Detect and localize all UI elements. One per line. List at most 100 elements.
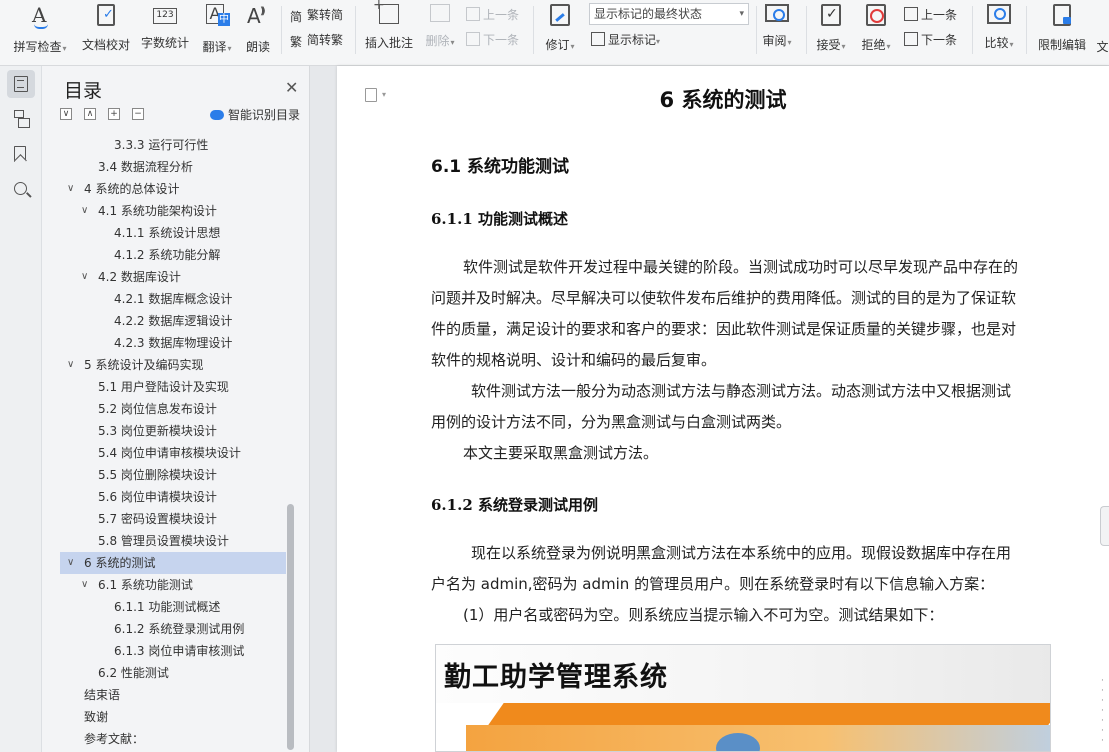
toc-item[interactable]: 5.2 岗位信息发布设计 (60, 398, 286, 420)
doc-proof-button[interactable]: 文档校对 (80, 4, 132, 56)
find-button[interactable] (7, 176, 35, 204)
read-aloud-button[interactable]: 朗读 (243, 4, 273, 56)
toc-item[interactable]: 4.2.3 数据库物理设计 (60, 332, 286, 354)
chevron-down-icon[interactable]: ∨ (67, 552, 74, 574)
revise-button[interactable]: 修订▾ (540, 4, 580, 56)
simp-to-trad-button[interactable]: 繁简转繁 (290, 30, 343, 50)
toc-item[interactable]: 5.8 管理员设置模块设计 (60, 530, 286, 552)
toc-item-label: 5.3 岗位更新模块设计 (98, 424, 217, 438)
subsection-title-2: 6.1.2 系统登录测试用例 (431, 496, 598, 514)
toc-item[interactable]: 3.3.3 运行可行性 (60, 134, 286, 156)
lock-icon (1053, 4, 1071, 26)
toc-item-label: 4.2 数据库设计 (98, 270, 181, 284)
toc-scrollbar[interactable] (286, 134, 294, 750)
next-comment-button[interactable]: 下一条 (466, 30, 519, 50)
toc-item-label: 4.1.1 系统设计思想 (114, 226, 221, 240)
toc-item[interactable]: 4.1.1 系统设计思想 (60, 222, 286, 244)
toc-item[interactable]: 5.1 用户登陆设计及实现 (60, 376, 286, 398)
bookmark-button[interactable] (7, 140, 35, 168)
accept-button[interactable]: 接受▾ (814, 4, 848, 56)
more-ribbon-button[interactable]: 文 (1096, 4, 1109, 56)
toc-item-label: 5.4 岗位申请审核模块设计 (98, 446, 241, 460)
prev-change-icon (904, 7, 918, 21)
remove-heading-icon[interactable]: − (132, 108, 144, 120)
toc-item[interactable]: ∨ 4.1 系统功能架构设计 (60, 200, 286, 222)
side-panel-toggle[interactable] (1100, 506, 1109, 546)
toc-item-label: 5.5 岗位删除模块设计 (98, 468, 217, 482)
navigation-tree-button[interactable] (7, 104, 35, 132)
chevron-down-icon[interactable]: ∨ (81, 266, 88, 288)
prev-comment-button[interactable]: 上一条 (466, 5, 519, 25)
toc-list: 3.3.3 运行可行性 3.4 数据流程分析 ∨ 4 系统的总体设计 ∨ 4.1 系统功能… (60, 134, 286, 752)
prev-icon (466, 7, 480, 21)
toc-item[interactable]: ∨ 6.1 系统功能测试 (60, 574, 286, 596)
chevron-down-icon[interactable]: ∨ (67, 178, 74, 200)
toc-item[interactable]: ∨ 4 系统的总体设计 (60, 178, 286, 200)
toc-item[interactable]: 5.6 岗位申请模块设计 (60, 486, 286, 508)
toc-item[interactable]: 4.2.1 数据库概念设计 (60, 288, 286, 310)
close-icon[interactable]: ✕ (285, 78, 298, 97)
compare-button[interactable]: 比较▾ (980, 4, 1018, 56)
spell-check-icon (29, 3, 51, 29)
reject-button[interactable]: 拒绝▾ (859, 4, 893, 56)
toc-item[interactable]: 6.1.3 岗位申请审核测试 (60, 640, 286, 662)
show-markup-button[interactable]: 显示标记▾ (591, 30, 660, 50)
toc-item-label: 6.1 系统功能测试 (98, 578, 193, 592)
toc-item-label: 3.4 数据流程分析 (98, 160, 193, 174)
toc-item[interactable]: ∨ 4.2 数据库设计 (60, 266, 286, 288)
more-options-icon[interactable]: · · · · · · · (1101, 676, 1109, 746)
more-icon (1096, 4, 1109, 28)
trad-to-simp-button[interactable]: 简繁转简 (290, 5, 343, 25)
toc-item-label: 6.1.1 功能测试概述 (114, 600, 221, 614)
toc-scroll-thumb[interactable] (287, 504, 294, 750)
expand-up-icon[interactable]: ∧ (84, 108, 96, 120)
delete-comment-button[interactable]: 删除▾ (422, 4, 458, 56)
toc-item[interactable]: 4.2.2 数据库逻辑设计 (60, 310, 286, 332)
translate-icon (206, 4, 230, 28)
toc-item-label: 5.6 岗位申请模块设计 (98, 490, 217, 504)
toc-item[interactable]: 致谢 (60, 706, 286, 728)
toc-item[interactable]: 参考文献： (60, 728, 286, 750)
toc-item[interactable]: 5.4 岗位申请审核模块设计 (60, 442, 286, 464)
toc-item[interactable]: 结束语 (60, 684, 286, 706)
translate-button[interactable]: 翻译▾ (198, 4, 236, 56)
toc-item[interactable]: 6.1.2 系统登录测试用例 (60, 618, 286, 640)
spell-check-button[interactable]: 拼写检查▾ (10, 3, 70, 56)
toc-item-label: 4.1.2 系统功能分解 (114, 248, 221, 262)
bookmark-icon (14, 146, 26, 162)
toc-item-label: 5.1 用户登陆设计及实现 (98, 380, 229, 394)
toc-item[interactable]: 5.7 密码设置模块设计 (60, 508, 286, 530)
word-count-button[interactable]: 123 字数统计 (140, 4, 190, 56)
toc-panel-button[interactable] (7, 70, 35, 98)
chapter-title: 6 系统的测试 (659, 88, 787, 112)
ribbon-toolbar: 拼写检查▾ 文档校对 123 字数统计 翻译▾ 朗读 简繁转简 繁简转繁 插入批… (0, 0, 1109, 66)
toc-item[interactable]: ∨ 5 系统设计及编码实现 (60, 354, 286, 376)
toc-item[interactable]: 6.1.1 功能测试概述 (60, 596, 286, 618)
collapse-all-icon[interactable]: ∨ (60, 108, 72, 120)
restrict-edit-button[interactable]: 限制编辑 (1036, 4, 1088, 56)
prev-change-button[interactable]: 上一条 (904, 5, 957, 25)
toc-item[interactable]: 5.5 岗位删除模块设计 (60, 464, 286, 486)
paragraph-3: 本文主要采取黑盒测试方法。 (463, 444, 659, 462)
next-change-button[interactable]: 下一条 (904, 30, 957, 50)
document-page: ▾ 6 系统的测试 6.1 系统功能测试 6.1.1 功能测试概述 软件测试是软… (337, 66, 1109, 752)
toc-item[interactable]: 4.1.2 系统功能分解 (60, 244, 286, 266)
smart-toc-button[interactable]: 智能识别目录 (210, 106, 300, 123)
insert-comment-button[interactable]: 插入批注 (362, 0, 416, 56)
chevron-down-icon[interactable]: ∨ (81, 574, 88, 596)
toc-item[interactable]: 5.3 岗位更新模块设计 (60, 420, 286, 442)
toc-item[interactable]: 6.2 性能测试 (60, 662, 286, 684)
read-aloud-icon (247, 4, 269, 28)
chevron-down-icon[interactable]: ∨ (67, 354, 74, 376)
toc-item-label: 4 系统的总体设计 (84, 182, 180, 196)
reject-icon (866, 4, 886, 26)
review-button[interactable]: 审阅▾ (760, 4, 794, 56)
toc-item[interactable]: 3.4 数据流程分析 (60, 156, 286, 178)
add-heading-icon[interactable]: + (108, 108, 120, 120)
chevron-down-icon[interactable]: ∨ (81, 200, 88, 222)
markup-state-select[interactable]: 显示标记的最终状态 ▾ (589, 3, 749, 25)
toc-item-label: 4.2.1 数据库概念设计 (114, 292, 233, 306)
toc-item[interactable]: ∨ 6 系统的测试 (60, 552, 286, 574)
review-icon (765, 4, 789, 22)
side-rail (0, 66, 42, 752)
